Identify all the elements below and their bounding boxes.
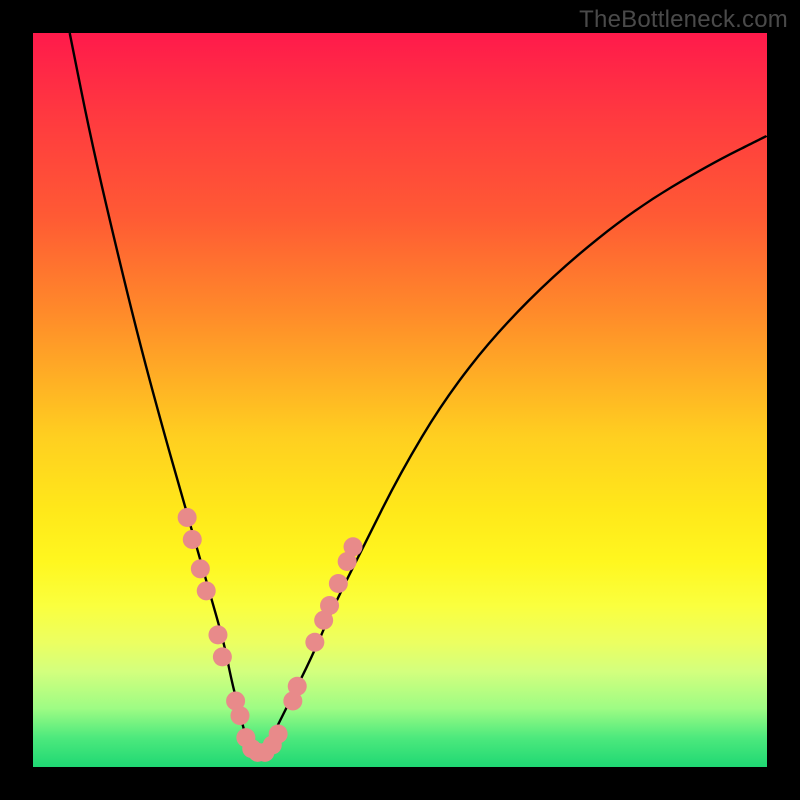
marker-dot — [208, 625, 227, 644]
marker-dot — [305, 633, 324, 652]
marker-dot — [178, 508, 197, 527]
marker-dot — [269, 724, 288, 743]
chart-svg — [33, 33, 767, 767]
marker-dot — [320, 596, 339, 615]
marker-dot — [329, 574, 348, 593]
marker-dot — [197, 581, 216, 600]
marker-dot — [191, 559, 210, 578]
marker-dot — [288, 677, 307, 696]
marker-dot — [230, 706, 249, 725]
chart-plot-area — [33, 33, 767, 767]
marker-dots — [178, 508, 363, 762]
marker-dot — [183, 530, 202, 549]
bottleneck-curve — [70, 33, 767, 752]
marker-dot — [344, 537, 363, 556]
watermark-text: TheBottleneck.com — [579, 6, 788, 34]
marker-dot — [213, 647, 232, 666]
chart-frame: TheBottleneck.com — [0, 0, 800, 800]
